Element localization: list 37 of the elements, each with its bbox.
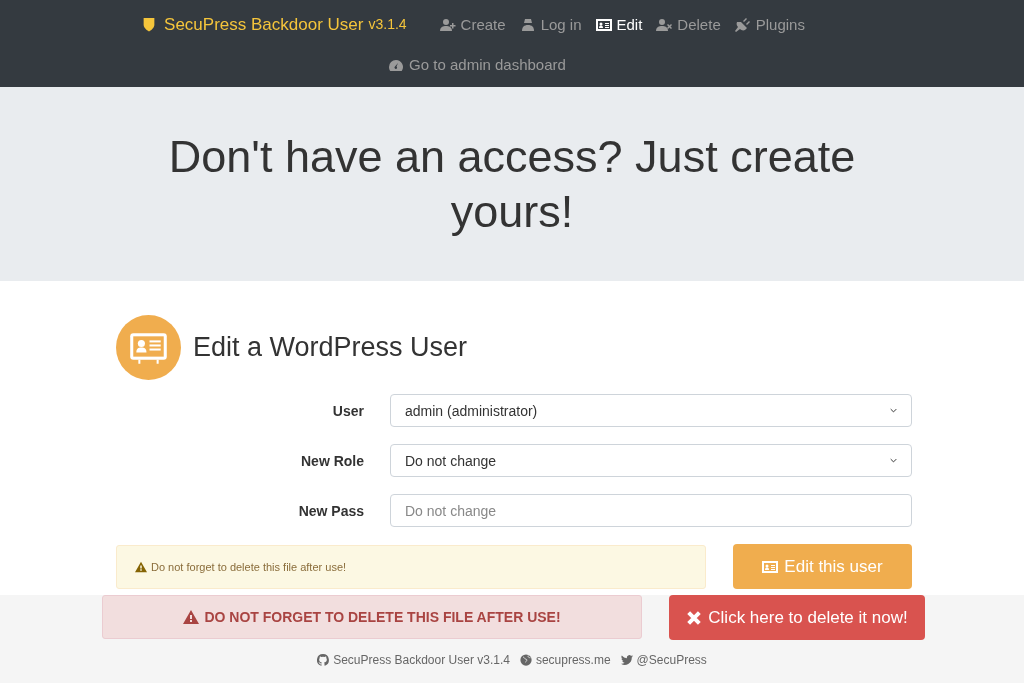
brand-link[interactable]: SecuPress Backdoor User v3.1.4 [142,11,407,39]
chevron-icon [890,408,897,413]
close-icon [686,609,703,626]
select-field[interactable]: admin (administrator) [390,394,912,427]
nav-link[interactable]: Plugins [734,11,805,39]
nav-link[interactable]: Edit [595,11,643,39]
footer-link[interactable]: @SecuPress [620,653,707,667]
footer-link[interactable]: SecuPress Backdoor User v3.1.4 [317,653,510,667]
twitter-icon [620,654,633,666]
shield-icon [142,17,157,33]
notice-text: Do not forget to delete this file after use! [151,560,347,573]
user-plus-icon [439,17,456,32]
id-card-icon [762,558,779,575]
password-field[interactable]: Do not change [390,494,912,527]
id-card-icon [595,17,612,32]
warning-icon [135,560,147,573]
select-field[interactable]: Do not change [390,444,912,477]
github-icon [317,654,330,666]
warning-icon [183,609,200,625]
chevron-icon [890,458,897,463]
id-card-icon [116,315,181,380]
hero-title: Don't have an access? Just create yours! [167,130,857,239]
footer-link[interactable]: secupress.me [519,653,611,667]
field-label: New Role [300,452,364,469]
plug-icon [734,17,751,32]
field-label: New Pass [297,502,364,519]
delete-file-button[interactable]: Click here to delete it now! [669,595,925,640]
user-secret-icon [519,17,536,32]
nav-link[interactable]: Create [439,11,506,39]
gauge-icon [388,57,405,72]
field-label: User [331,402,364,419]
nav-link[interactable]: Delete [656,11,721,39]
form-title: Edit a WordPress User [193,332,468,363]
alert-text: DO NOT FORGET TO DELETE THIS FILE AFTER USE! [204,609,561,625]
nav-link[interactable]: Log in [519,11,582,39]
nav-link[interactable]: Go to admin dashboard [388,51,566,79]
user-remove-icon [656,17,673,32]
